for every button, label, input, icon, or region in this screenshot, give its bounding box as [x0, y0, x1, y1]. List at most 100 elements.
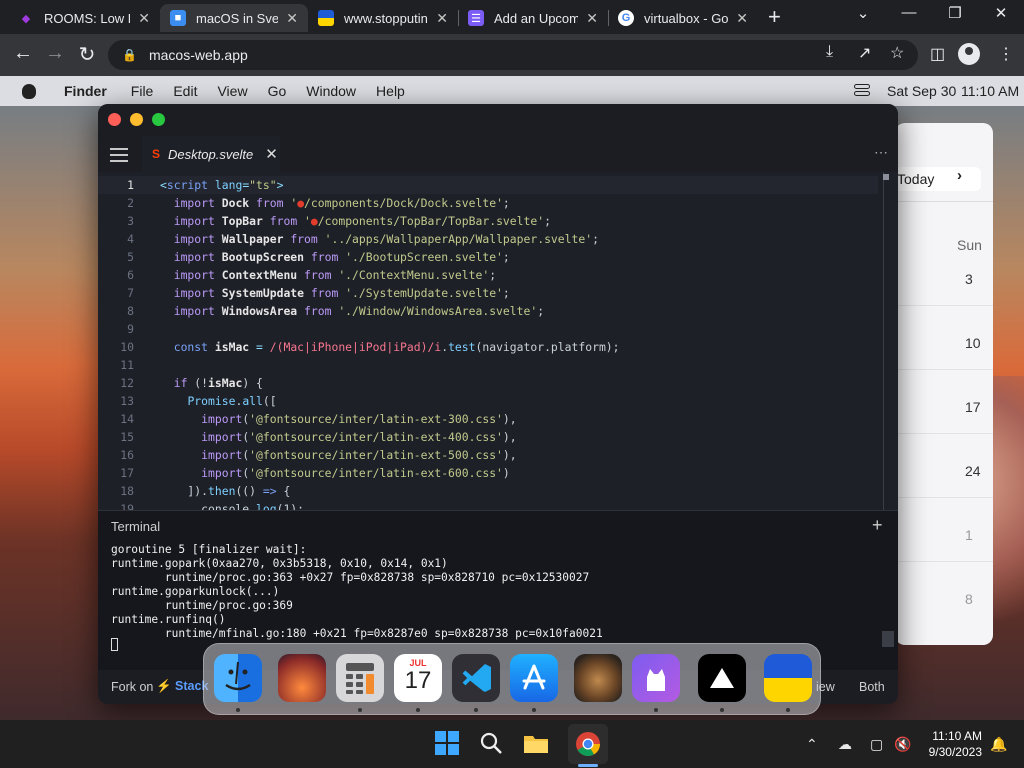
windows-start-icon[interactable] [434, 730, 462, 758]
chevron-right-icon[interactable]: › [957, 167, 962, 184]
active-app-indicator [578, 764, 598, 767]
close-tab-icon[interactable]: ✕ [436, 10, 448, 27]
menu-app-name[interactable]: Finder [64, 83, 107, 99]
notifications-bell-icon[interactable]: 🔔 [990, 736, 1007, 753]
restore-icon[interactable]: ❐ [932, 4, 978, 22]
code-line: 11 [120, 358, 134, 372]
minimize-icon[interactable]: — [886, 4, 932, 21]
code-line: 9 [127, 322, 134, 336]
stackblitz-link[interactable]: ⚡ Stack [156, 679, 208, 694]
back-icon[interactable]: ← [10, 42, 36, 65]
forward-icon[interactable]: → [42, 42, 68, 65]
tab-title: Add an Upcomi [494, 10, 579, 26]
lock-icon[interactable]: 🔒 [122, 48, 137, 62]
close-editor-tab-icon[interactable]: ✕ [265, 145, 278, 163]
browser-tab[interactable]: www.stopputin. ✕ [308, 4, 458, 32]
reload-icon[interactable]: ↻ [74, 42, 100, 67]
code-line: 1 <script lang="ts"> [98, 176, 878, 194]
close-window-button[interactable] [108, 113, 121, 126]
calendar-icon[interactable]: JUL 17 [394, 654, 442, 702]
calendar-date[interactable]: 24 [965, 463, 981, 479]
window-titlebar[interactable] [98, 104, 898, 136]
address-bar[interactable]: 🔒 macos-web.app [108, 40, 918, 70]
editor-scrollbar[interactable] [883, 172, 884, 510]
chrome-icon[interactable] [574, 730, 602, 758]
menu-go[interactable]: Go [268, 83, 287, 99]
form-icon: ☰ [468, 10, 484, 26]
calendar-date[interactable]: 17 [965, 399, 981, 415]
menu-window[interactable]: Window [306, 83, 356, 99]
display-icon[interactable]: ▢ [870, 736, 883, 753]
finder-icon[interactable] [214, 654, 262, 702]
ukraine-flag-icon[interactable] [764, 654, 812, 702]
network-icon[interactable]: ☁ [838, 736, 852, 753]
code-line: 17 import('@fontsource/inter/latin-ext-6… [120, 466, 510, 480]
minimize-window-button[interactable] [130, 113, 143, 126]
terminal-scrollbar[interactable] [882, 631, 894, 647]
share-icon[interactable]: ↗ [858, 43, 871, 63]
tab-title: virtualbox - Goo [644, 10, 729, 26]
both-toggle[interactable]: Both [859, 680, 885, 694]
code-editor[interactable]: 1 <script lang="ts"> 2 import Dock from '… [98, 172, 898, 510]
calendar-today-button[interactable]: Today › [895, 167, 981, 191]
control-center-icon[interactable] [854, 84, 870, 98]
menu-file[interactable]: File [131, 83, 154, 99]
code-line: 13 Promise.all([ [120, 394, 277, 408]
browser-tab[interactable]: ◆ ROOMS: Low De ✕ [8, 4, 160, 32]
vscode-icon[interactable] [452, 654, 500, 702]
close-window-icon[interactable]: ✕ [978, 4, 1024, 22]
volume-muted-icon[interactable]: 🔇 [894, 736, 911, 753]
close-tab-icon[interactable]: ✕ [586, 10, 598, 27]
taskbar-clock[interactable]: 11:10 AM 9/30/2023 [922, 728, 982, 760]
menu-view[interactable]: View [217, 83, 247, 99]
vscode-file-icon: ■ [170, 10, 186, 26]
editor-scroll-thumb[interactable] [883, 174, 889, 180]
zoom-window-button[interactable] [152, 113, 165, 126]
close-tab-icon[interactable]: ✕ [138, 10, 150, 27]
github-icon[interactable] [632, 654, 680, 702]
more-actions-icon[interactable]: ⋯ [874, 144, 888, 161]
menu-help[interactable]: Help [376, 83, 405, 99]
close-tab-icon[interactable]: ✕ [286, 10, 298, 27]
calendar-date[interactable]: 8 [965, 591, 973, 607]
editor-tab-active[interactable]: S Desktop.svelte ✕ [142, 136, 280, 172]
browser-tab[interactable]: ☰ Add an Upcomi ✕ [458, 4, 608, 32]
browser-tab-active[interactable]: ■ macOS in Svelte ✕ [160, 4, 308, 32]
show-hidden-icons-chevron-icon[interactable]: ⌃ [806, 736, 818, 753]
code-line: 16 import('@fontsource/inter/latin-ext-5… [120, 448, 517, 462]
code-line: 6 import ContextMenu from './ContextMenu… [127, 268, 497, 282]
ukraine-icon [318, 10, 334, 26]
browser-tab[interactable]: G virtualbox - Goo ✕ [608, 4, 758, 32]
hamburger-menu-icon[interactable] [110, 148, 128, 166]
file-explorer-icon[interactable] [522, 730, 550, 758]
calendar-date[interactable]: 3 [965, 271, 973, 287]
apple-logo-icon[interactable] [22, 83, 36, 99]
today-label: Today [897, 171, 935, 187]
bookmark-star-icon[interactable]: ☆ [890, 43, 904, 63]
tab-search-icon[interactable]: ⌄ [840, 4, 886, 22]
code-line: 10 const isMac = /(Mac|iPhone|iPod|iPad)… [120, 340, 620, 354]
install-app-icon[interactable]: ⤓ [826, 43, 833, 61]
menubar-time[interactable]: 11:10 AM [961, 83, 1019, 99]
chrome-menu-icon[interactable]: ⋮ [998, 44, 1014, 64]
menubar-date[interactable]: Sat Sep 30 [887, 83, 956, 99]
calendar-date[interactable]: 1 [965, 527, 973, 543]
new-tab-icon[interactable]: + [768, 6, 781, 28]
terminal-title: Terminal [111, 519, 161, 534]
search-icon[interactable] [478, 730, 506, 758]
launchpad-icon[interactable] [278, 654, 326, 702]
new-terminal-icon[interactable]: + [872, 515, 883, 536]
calculator-icon[interactable] [336, 654, 384, 702]
vscode-window: S Desktop.svelte ✕ ⋯ 1 <script lang="ts">… [98, 104, 898, 704]
close-tab-icon[interactable]: ✕ [736, 10, 748, 27]
side-panel-icon[interactable]: ◫ [930, 44, 945, 64]
vercel-icon[interactable] [698, 654, 746, 702]
app-store-icon[interactable] [510, 654, 558, 702]
menu-edit[interactable]: Edit [173, 83, 197, 99]
calendar-date[interactable]: 10 [965, 335, 981, 351]
cat-photo-icon[interactable] [574, 654, 622, 702]
fork-on-label[interactable]: Fork on [111, 680, 153, 694]
url-text: macos-web.app [148, 47, 248, 63]
profile-avatar-icon[interactable] [958, 43, 980, 65]
terminal-cursor [111, 638, 118, 651]
